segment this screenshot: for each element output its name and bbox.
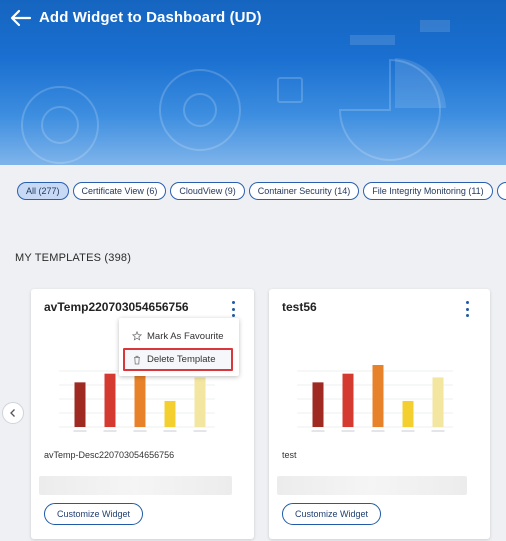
chart-bar xyxy=(372,365,384,427)
section-title: MY TEMPLATES (398) xyxy=(15,252,132,264)
menu-item-label: Delete Template xyxy=(147,354,216,365)
chart-bar xyxy=(74,382,86,427)
card-context-menu: Mark As Favourite Delete Template xyxy=(119,318,239,376)
star-icon xyxy=(132,331,142,341)
chart-bar xyxy=(402,400,414,427)
chart-bar xyxy=(104,373,116,427)
widget-preview-chart xyxy=(297,365,453,432)
chart-tick-label xyxy=(431,430,445,432)
menu-item-label: Mark As Favourite xyxy=(147,330,224,342)
menu-item-delete-template[interactable]: Delete Template xyxy=(123,348,233,371)
trash-icon xyxy=(132,355,142,365)
chart-bar xyxy=(194,377,206,427)
loading-placeholder xyxy=(39,476,232,495)
header-banner: Add Widget to Dashboard (UD) xyxy=(0,0,506,165)
page-title: Add Widget to Dashboard (UD) xyxy=(39,9,262,26)
chart-tick-label xyxy=(73,430,87,432)
filter-chip-certificate-view[interactable]: Certificate View (6) xyxy=(72,182,167,200)
chart-tick-label xyxy=(133,430,147,432)
more-options-icon[interactable] xyxy=(228,301,238,317)
back-arrow-icon[interactable] xyxy=(8,6,34,30)
chart-tick-label xyxy=(371,430,385,432)
filter-chip-bar: All (277) Certificate View (6) CloudView (… xyxy=(17,182,506,202)
card-description: test xyxy=(282,450,297,460)
filter-chip-more[interactable] xyxy=(496,182,506,200)
chart-tick-label xyxy=(341,430,355,432)
filter-chip-all[interactable]: All (277) xyxy=(17,182,69,200)
card-description: avTemp-Desc220703054656756 xyxy=(44,450,175,460)
customize-widget-button[interactable]: Customize Widget xyxy=(44,503,144,525)
chart-bar xyxy=(312,382,324,427)
customize-widget-button[interactable]: Customize Widget xyxy=(282,503,382,525)
chart-bar xyxy=(164,400,176,427)
chart-tick-label xyxy=(103,430,117,432)
chart-bar xyxy=(134,371,146,427)
loading-placeholder xyxy=(277,476,467,495)
more-options-icon[interactable] xyxy=(462,301,472,317)
filter-chip-cloudview[interactable]: CloudView (9) xyxy=(170,182,245,200)
chevron-left-icon xyxy=(10,409,15,417)
chart-tick-label xyxy=(311,430,325,432)
menu-item-mark-favourite[interactable]: Mark As Favourite xyxy=(119,325,239,347)
filter-chip-file-integrity-monitoring[interactable]: File Integrity Monitoring (11) xyxy=(363,182,493,200)
chart-tick-label xyxy=(401,430,415,432)
card-title: avTemp220703054656756 xyxy=(44,300,189,314)
chart-tick-label xyxy=(163,430,177,432)
chart-tick-label xyxy=(193,430,207,432)
card-title: test56 xyxy=(282,300,317,314)
chart-bar xyxy=(432,377,444,427)
chart-bar xyxy=(342,373,354,427)
filter-chip-container-security[interactable]: Container Security (14) xyxy=(248,182,360,200)
template-card[interactable]: test56 test Customize Widget xyxy=(269,289,490,539)
carousel-prev-button[interactable] xyxy=(2,402,24,424)
